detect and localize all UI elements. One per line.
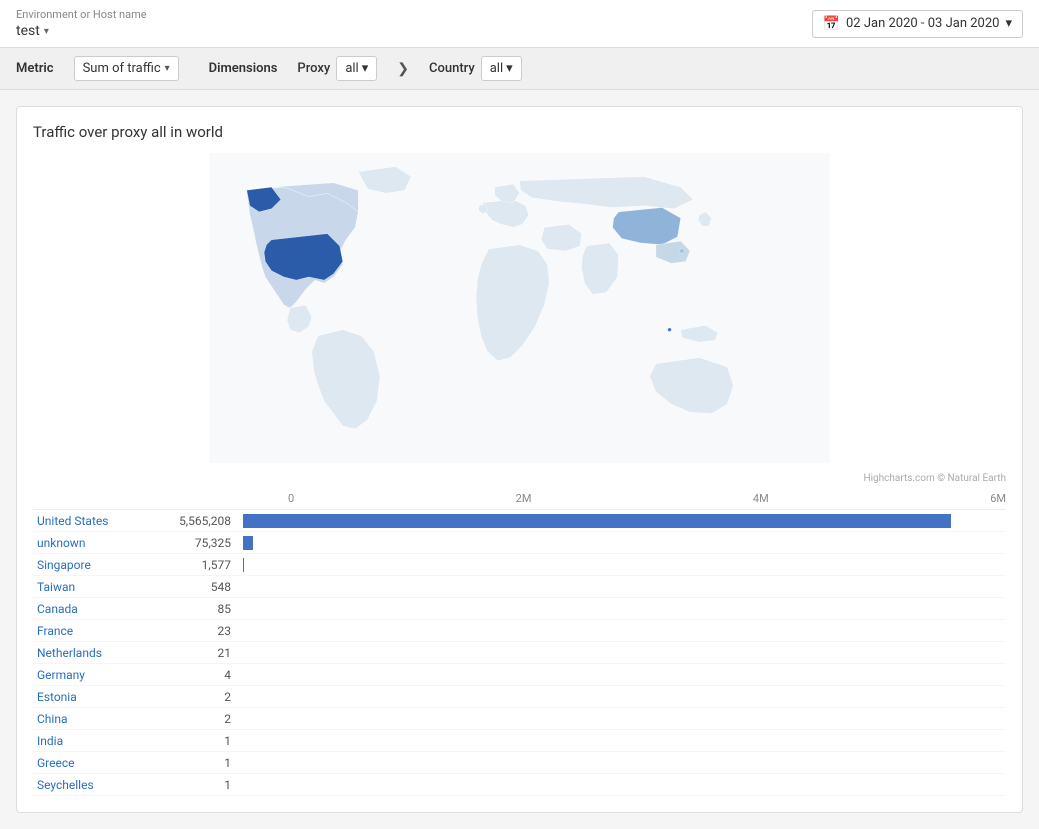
table-row: France 23 xyxy=(33,620,1006,642)
table-row: Germany 4 xyxy=(33,664,1006,686)
country-value: 5,565,208 xyxy=(153,514,243,528)
proxy-dim-label: Proxy xyxy=(297,61,330,76)
bar-chart: 0 2M 4M 6M United States 5,565,208 unkno… xyxy=(33,492,1006,796)
country-link[interactable]: unknown xyxy=(33,536,153,550)
bar-track xyxy=(243,734,1006,748)
table-row: China 2 xyxy=(33,708,1006,730)
metric-select[interactable]: Sum of traffic ▾ xyxy=(74,56,179,81)
environment-section: Environment or Host name test ▾ xyxy=(16,8,147,39)
env-chevron-icon: ▾ xyxy=(44,26,49,37)
bar-fill xyxy=(243,514,951,528)
country-link[interactable]: Netherlands xyxy=(33,646,153,660)
chart-title: Traffic over proxy all in world xyxy=(33,123,1006,141)
country-arrow-icon: ▾ xyxy=(506,61,513,76)
country-value: 1 xyxy=(153,734,243,748)
country-value: 85 xyxy=(153,602,243,616)
table-row: Canada 85 xyxy=(33,598,1006,620)
proxy-arrow-icon: ▾ xyxy=(362,61,369,76)
country-link[interactable]: Singapore xyxy=(33,558,153,572)
country-link[interactable]: France xyxy=(33,624,153,638)
bar-track xyxy=(243,646,1006,660)
table-row: Taiwan 548 xyxy=(33,576,1006,598)
country-value: 23 xyxy=(153,624,243,638)
proxy-dim-group: Proxy all ▾ xyxy=(297,56,377,81)
metric-arrow-icon: ▾ xyxy=(165,63,170,74)
date-range-value: 02 Jan 2020 - 03 Jan 2020 xyxy=(846,16,999,31)
proxy-select[interactable]: all ▾ xyxy=(336,56,377,81)
bar-track xyxy=(243,712,1006,726)
bar-rows: United States 5,565,208 unknown 75,325 S… xyxy=(33,509,1006,796)
axis-label-0: 0 xyxy=(288,492,294,505)
date-range-picker[interactable]: 📅 02 Jan 2020 - 03 Jan 2020 ▾ xyxy=(812,10,1023,38)
map-attribution: Highcharts.com © Natural Earth xyxy=(33,473,1006,484)
country-value: 75,325 xyxy=(153,536,243,550)
bar-track xyxy=(243,514,1006,528)
country-link[interactable]: Seychelles xyxy=(33,778,153,792)
country-link[interactable]: Taiwan xyxy=(33,580,153,594)
country-value: 21 xyxy=(153,646,243,660)
date-chevron-icon: ▾ xyxy=(1005,16,1012,31)
country-value: 4 xyxy=(153,668,243,682)
country-link[interactable]: Greece xyxy=(33,756,153,770)
table-row: Seychelles 1 xyxy=(33,774,1006,796)
country-value: 1 xyxy=(153,756,243,770)
bar-axis: 0 2M 4M 6M xyxy=(33,492,1006,509)
axis-label-4m: 4M xyxy=(753,492,769,505)
country-link[interactable]: Germany xyxy=(33,668,153,682)
bar-track xyxy=(243,602,1006,616)
table-row: Netherlands 21 xyxy=(33,642,1006,664)
axis-label-6m: 6M xyxy=(990,492,1006,505)
metric-value: Sum of traffic xyxy=(83,61,161,76)
chart-card: Traffic over proxy all in world xyxy=(16,106,1023,813)
country-value: 548 xyxy=(153,580,243,594)
bar-fill xyxy=(243,536,253,550)
bar-track xyxy=(243,580,1006,594)
bar-track xyxy=(243,624,1006,638)
env-label: Environment or Host name xyxy=(16,8,147,21)
bar-track xyxy=(243,756,1006,770)
bar-track xyxy=(243,558,1006,572)
dimensions-label: Dimensions xyxy=(209,61,278,76)
country-select[interactable]: all ▾ xyxy=(481,56,522,81)
axis-label-2m: 2M xyxy=(516,492,532,505)
main-content: Traffic over proxy all in world xyxy=(0,90,1039,829)
country-link[interactable]: China xyxy=(33,712,153,726)
table-row: Estonia 2 xyxy=(33,686,1006,708)
bar-track xyxy=(243,668,1006,682)
country-dim-label: Country xyxy=(429,61,475,76)
table-row: unknown 75,325 xyxy=(33,532,1006,554)
bar-track xyxy=(243,690,1006,704)
country-link[interactable]: United States xyxy=(33,514,153,528)
country-dim-group: Country all ▾ xyxy=(429,56,522,81)
env-value: test xyxy=(16,23,40,39)
country-value: 2 xyxy=(153,690,243,704)
bar-track xyxy=(243,536,1006,550)
country-link[interactable]: Estonia xyxy=(33,690,153,704)
country-value: 1 xyxy=(153,778,243,792)
table-row: India 1 xyxy=(33,730,1006,752)
metric-bar: Metric Sum of traffic ▾ Dimensions Proxy… xyxy=(0,48,1039,90)
env-select[interactable]: test ▾ xyxy=(16,23,147,39)
table-row: United States 5,565,208 xyxy=(33,510,1006,532)
country-link[interactable]: India xyxy=(33,734,153,748)
country-link[interactable]: Canada xyxy=(33,602,153,616)
dim-separator-icon: ❯ xyxy=(397,61,409,77)
top-bar: Environment or Host name test ▾ 📅 02 Jan… xyxy=(0,0,1039,48)
country-all-value: all xyxy=(490,61,503,76)
table-row: Greece 1 xyxy=(33,752,1006,774)
world-map xyxy=(33,153,1006,463)
country-value: 1,577 xyxy=(153,558,243,572)
metric-label: Metric xyxy=(16,61,54,76)
proxy-all-value: all xyxy=(345,61,358,76)
bar-track xyxy=(243,778,1006,792)
calendar-icon: 📅 xyxy=(823,16,840,32)
table-row: Singapore 1,577 xyxy=(33,554,1006,576)
country-value: 2 xyxy=(153,712,243,726)
